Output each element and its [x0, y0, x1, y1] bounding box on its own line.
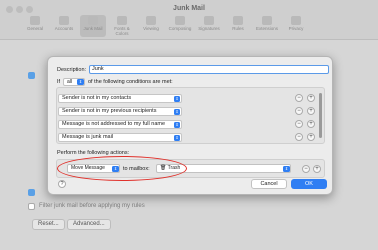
condition-row: Message is junk mail ⇕ − + — [58, 133, 323, 143]
tab-signatures[interactable]: Signatures — [196, 15, 222, 37]
window-title: Junk Mail — [173, 5, 205, 12]
tab-accounts[interactable]: Accounts — [51, 15, 77, 37]
at-sign-icon — [59, 16, 69, 25]
condition-row: Sender is not in my contacts ⇕ − + — [58, 94, 323, 104]
chevron-updown-icon: ⇕ — [77, 79, 84, 85]
chevron-updown-icon: ⇕ — [174, 135, 180, 141]
filter-before-rules-checkbox[interactable] — [28, 203, 35, 210]
enable-junk-checkbox[interactable] — [28, 72, 35, 79]
add-condition-button[interactable]: + — [307, 107, 315, 115]
annotation-highlight-oval — [57, 156, 187, 181]
description-field[interactable]: Junk — [89, 65, 329, 74]
signature-icon — [204, 16, 214, 25]
condition-popup[interactable]: Sender is not in my previous recipients … — [58, 107, 182, 116]
remove-condition-button[interactable]: − — [295, 107, 303, 115]
glasses-icon — [146, 16, 156, 25]
chevron-updown-icon: ⇕ — [174, 96, 180, 102]
hand-icon — [291, 16, 301, 25]
tab-fonts-colors[interactable]: Fonts & Colors — [109, 15, 135, 37]
description-label: Description: — [57, 67, 87, 73]
add-action-button[interactable]: + — [313, 165, 321, 173]
condition-popup[interactable]: Message is not addressed to my full name… — [58, 120, 182, 129]
if-label: If — [57, 79, 61, 85]
tab-general[interactable]: General — [22, 15, 48, 37]
filter-before-rules-label: Filter junk mail before applying my rule… — [39, 203, 145, 209]
gear-icon — [30, 16, 40, 25]
rules-icon — [233, 16, 243, 25]
tab-composing[interactable]: Composing — [167, 15, 193, 37]
tab-junk-mail[interactable]: Junk Mail — [80, 15, 106, 37]
all-any-value: all — [67, 79, 73, 85]
conditions-scrollbar[interactable] — [319, 93, 322, 138]
cancel-button[interactable]: Cancel — [251, 179, 287, 189]
rule-edit-sheet: Description: Junk If all ⇕ of the follow… — [47, 56, 333, 195]
tab-privacy[interactable]: Privacy — [283, 15, 309, 37]
remove-condition-button[interactable]: − — [295, 133, 303, 141]
preferences-toolbar: General Accounts Junk Mail Fonts & Color… — [22, 15, 362, 37]
tab-rules[interactable]: Rules — [225, 15, 251, 37]
advanced-button[interactable]: Advanced... — [67, 219, 111, 230]
titlebar: Junk Mail General Accounts Junk Mail Fon… — [0, 0, 378, 40]
chevron-updown-icon: ⇕ — [283, 166, 290, 172]
chevron-updown-icon: ⇕ — [174, 109, 180, 115]
pencil-icon — [175, 16, 185, 25]
all-any-popup[interactable]: all ⇕ — [63, 78, 85, 86]
chevron-updown-icon: ⇕ — [174, 122, 180, 128]
conditions-label: of the following conditions are met: — [88, 79, 173, 85]
condition-row: Sender is not in my previous recipients … — [58, 107, 323, 117]
puzzle-icon — [262, 16, 272, 25]
remove-condition-button[interactable]: − — [295, 120, 303, 128]
remove-condition-button[interactable]: − — [295, 94, 303, 102]
condition-popup[interactable]: Sender is not in my contacts ⇕ — [58, 94, 182, 103]
ok-button[interactable]: OK — [291, 179, 327, 189]
trust-junk-headers-checkbox[interactable] — [28, 189, 35, 196]
condition-row: Message is not addressed to my full name… — [58, 120, 323, 130]
fonts-icon — [117, 16, 127, 25]
condition-popup[interactable]: Message is junk mail ⇕ — [58, 133, 182, 142]
help-button[interactable]: ? — [58, 180, 66, 188]
remove-action-button[interactable]: − — [302, 165, 310, 173]
add-condition-button[interactable]: + — [307, 120, 315, 128]
add-condition-button[interactable]: + — [307, 133, 315, 141]
add-condition-button[interactable]: + — [307, 94, 315, 102]
tab-extensions[interactable]: Extensions — [254, 15, 280, 37]
reset-button[interactable]: Reset... — [32, 219, 65, 230]
junk-mail-icon — [88, 16, 98, 25]
tab-viewing[interactable]: Viewing — [138, 15, 164, 37]
